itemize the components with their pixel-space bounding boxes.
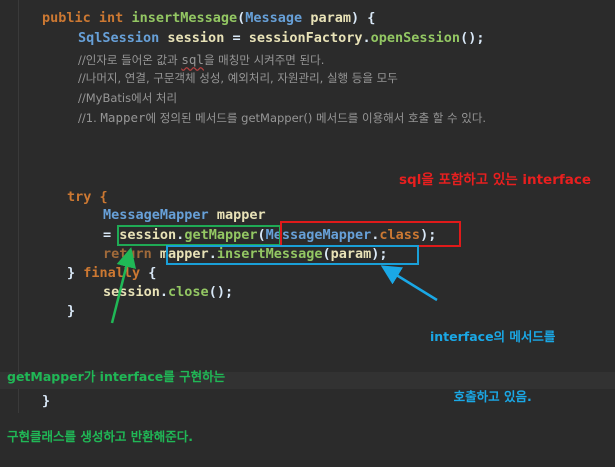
annotation-get-mapper-line2: 구현클래스를 생성하고 반환해준다. xyxy=(7,429,193,444)
blue-arrow xyxy=(380,265,438,302)
green-arrow xyxy=(110,247,137,324)
annotation-arrows xyxy=(110,247,438,324)
